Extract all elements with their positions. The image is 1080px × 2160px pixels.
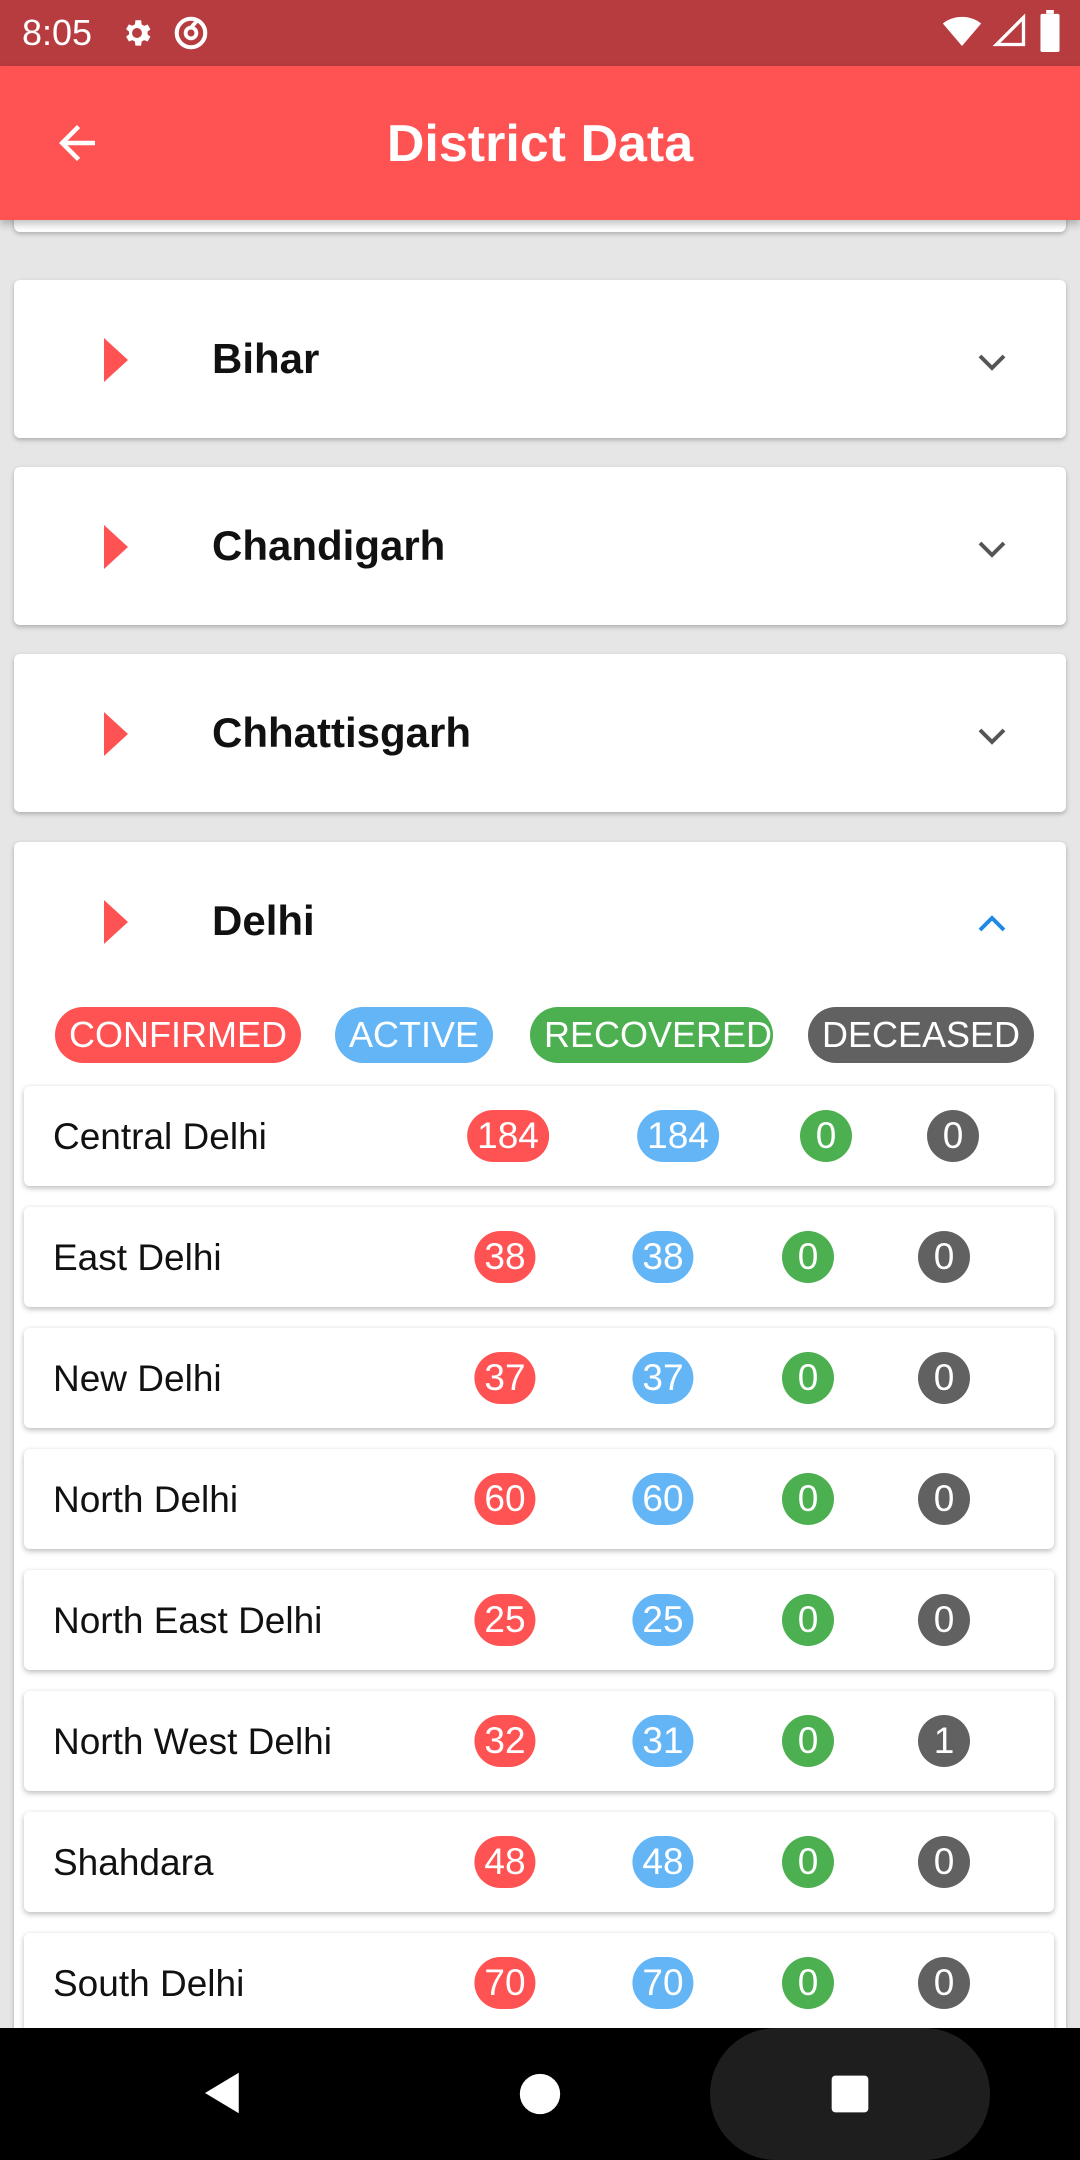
confirmed-count-badge: 70: [474, 1957, 536, 2009]
app-bar: District Data: [0, 66, 1080, 220]
confirmed-count-badge: 184: [467, 1110, 549, 1162]
signal-icon: [992, 13, 1028, 54]
deceased-count-badge: 0: [918, 1231, 970, 1283]
district-row[interactable]: Shahdara 48 48 0 0: [24, 1812, 1054, 1912]
vpn-circle-icon: [172, 14, 210, 52]
confirmed-count-badge: 37: [474, 1352, 536, 1404]
active-count-badge: 25: [632, 1594, 694, 1646]
confirmed-count-badge: 48: [474, 1836, 536, 1888]
active-count-badge: 184: [637, 1110, 719, 1162]
district-name: East Delhi: [53, 1237, 222, 1278]
play-arrow-icon: [104, 525, 128, 569]
play-arrow-icon: [104, 338, 128, 382]
confirmed-count-badge: 60: [474, 1473, 536, 1525]
recovered-count-badge: 0: [782, 1473, 834, 1525]
state-card-bihar[interactable]: Bihar: [14, 280, 1066, 438]
chevron-down-icon[interactable]: [974, 718, 1010, 754]
state-header[interactable]: Delhi: [14, 842, 1066, 1000]
legend-recovered: RECOVERED: [530, 1007, 773, 1063]
state-header[interactable]: Chhattisgarh: [14, 654, 1066, 812]
confirmed-count-badge: 38: [474, 1231, 536, 1283]
confirmed-count-badge: 32: [474, 1715, 536, 1767]
district-row[interactable]: Central Delhi 184 184 0 0: [24, 1086, 1054, 1186]
wifi-icon: [942, 11, 982, 56]
previous-state-card[interactable]: [14, 220, 1066, 232]
district-name: Central Delhi: [53, 1116, 267, 1157]
recovered-count-badge: 0: [782, 1957, 834, 2009]
recovered-count-badge: 0: [800, 1110, 852, 1162]
active-count-badge: 31: [632, 1715, 694, 1767]
page-title: District Data: [386, 115, 694, 173]
status-bar: 8:05: [0, 0, 1080, 66]
recovered-count-badge: 0: [782, 1352, 834, 1404]
district-name: North West Delhi: [53, 1721, 332, 1762]
state-card-chandigarh[interactable]: Chandigarh: [14, 467, 1066, 625]
active-count-badge: 70: [632, 1957, 694, 2009]
nav-recents-icon[interactable]: [710, 2028, 990, 2160]
state-name: Chandigarh: [212, 522, 446, 569]
state-name: Delhi: [212, 897, 315, 944]
play-arrow-icon: [104, 900, 128, 944]
navigation-bar: [0, 2028, 1080, 2160]
district-row[interactable]: North Delhi 60 60 0 0: [24, 1449, 1054, 1549]
state-header[interactable]: Bihar: [14, 280, 1066, 438]
active-count-badge: 38: [632, 1231, 694, 1283]
district-row[interactable]: East Delhi 38 38 0 0: [24, 1207, 1054, 1307]
district-name: Shahdara: [53, 1842, 214, 1883]
chevron-down-icon[interactable]: [974, 531, 1010, 567]
deceased-count-badge: 0: [918, 1836, 970, 1888]
district-row[interactable]: North West Delhi 32 31 0 1: [24, 1691, 1054, 1791]
district-name: New Delhi: [53, 1358, 222, 1399]
state-card-chhattisgarh[interactable]: Chhattisgarh: [14, 654, 1066, 812]
gear-icon: [120, 16, 154, 50]
district-row[interactable]: New Delhi 37 37 0 0: [24, 1328, 1054, 1428]
active-count-badge: 48: [632, 1836, 694, 1888]
active-count-badge: 37: [632, 1352, 694, 1404]
district-name: North Delhi: [53, 1479, 239, 1520]
confirmed-count-badge: 25: [474, 1594, 536, 1646]
chevron-up-icon[interactable]: [974, 906, 1010, 942]
state-name: Chhattisgarh: [212, 709, 472, 756]
legend-active: ACTIVE: [335, 1007, 493, 1063]
legend-confirmed: CONFIRMED: [55, 1007, 301, 1063]
deceased-count-badge: 1: [918, 1715, 970, 1767]
district-name: North East Delhi: [53, 1600, 323, 1641]
state-header[interactable]: Chandigarh: [14, 467, 1066, 625]
recovered-count-badge: 0: [782, 1715, 834, 1767]
deceased-count-badge: 0: [918, 1594, 970, 1646]
legend: CONFIRMED ACTIVE RECOVERED DECEASED: [0, 1007, 1080, 1067]
deceased-count-badge: 0: [927, 1110, 979, 1162]
district-row[interactable]: South Delhi 70 70 0 0: [24, 1933, 1054, 2033]
play-arrow-icon: [104, 712, 128, 756]
chevron-down-icon[interactable]: [974, 344, 1010, 380]
recovered-count-badge: 0: [782, 1231, 834, 1283]
nav-home-icon[interactable]: [518, 2072, 562, 2121]
status-time: 8:05: [22, 12, 93, 53]
recovered-count-badge: 0: [782, 1836, 834, 1888]
active-count-badge: 60: [632, 1473, 694, 1525]
district-name: South Delhi: [53, 1963, 245, 2004]
state-name: Bihar: [212, 335, 320, 382]
recovered-count-badge: 0: [782, 1594, 834, 1646]
battery-icon: [1038, 10, 1062, 57]
deceased-count-badge: 0: [918, 1957, 970, 2009]
legend-deceased: DECEASED: [808, 1007, 1034, 1063]
nav-back-icon[interactable]: [196, 2066, 250, 2125]
district-row[interactable]: North East Delhi 25 25 0 0: [24, 1570, 1054, 1670]
deceased-count-badge: 0: [918, 1352, 970, 1404]
deceased-count-badge: 0: [918, 1473, 970, 1525]
